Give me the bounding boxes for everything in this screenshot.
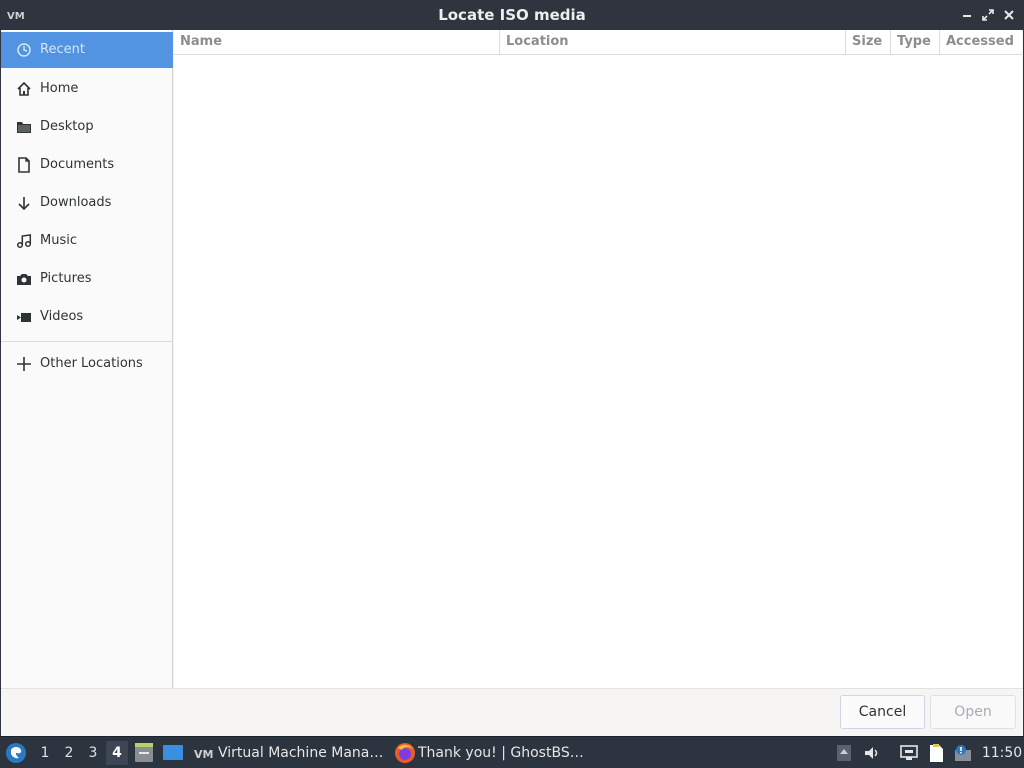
video-icon [17, 313, 31, 322]
task-virtual-machine-manager[interactable]: VM Virtual Machine Mana… [194, 739, 386, 767]
sidebar-item-music[interactable]: Music [1, 223, 173, 259]
plus-icon [17, 357, 31, 371]
sidebar-item-label: Other Locations [40, 356, 143, 371]
close-icon[interactable] [1001, 7, 1017, 23]
taskbar: 1 2 3 4 VM Virtual Machine Mana… Thank y… [0, 736, 1024, 768]
sidebar-item-label: Documents [40, 157, 115, 172]
file-list[interactable]: Name Location Size Type Accessed [174, 30, 1022, 688]
recent-clock-icon [17, 43, 31, 57]
firefox-icon [395, 743, 415, 763]
workspace-3[interactable]: 3 [82, 741, 104, 765]
document-icon [18, 157, 30, 173]
cancel-button[interactable]: Cancel [840, 695, 925, 729]
sidebar-item-label: Home [40, 81, 79, 96]
sidebar-item-downloads[interactable]: Downloads [1, 185, 173, 221]
sidebar-item-desktop[interactable]: Desktop [1, 109, 173, 145]
start-menu-icon[interactable] [5, 742, 27, 764]
column-type[interactable]: Type [891, 30, 940, 55]
sidebar-item-documents[interactable]: Documents [1, 147, 173, 183]
minimize-icon[interactable] [959, 7, 975, 23]
sidebar-item-recent[interactable]: Recent [1, 32, 173, 68]
folder-icon [17, 122, 31, 133]
column-header: Name Location Size Type Accessed [174, 30, 1022, 55]
workspace-2[interactable]: 2 [58, 741, 80, 765]
task-label: Thank you! | GhostBS… [418, 745, 584, 761]
download-arrow-icon [18, 197, 30, 211]
music-note-icon [16, 234, 32, 249]
workspace-4[interactable]: 4 [106, 741, 128, 765]
column-location[interactable]: Location [500, 30, 846, 55]
clock[interactable]: 11:50 [980, 737, 1024, 768]
column-size[interactable]: Size [846, 30, 891, 55]
sidebar-item-label: Music [40, 233, 77, 248]
home-icon [17, 81, 31, 96]
clipboard-icon[interactable] [926, 743, 946, 763]
file-manager-icon[interactable] [134, 742, 154, 764]
places-sidebar: Recent Home Desktop Documents Downloads [1, 30, 173, 688]
window-titlebar[interactable]: VM Locate ISO media [0, 0, 1024, 30]
sidebar-item-other-locations[interactable]: Other Locations [1, 346, 173, 382]
task-label: Virtual Machine Mana… [218, 745, 384, 761]
sidebar-item-pictures[interactable]: Pictures [1, 261, 173, 297]
dialog-action-bar: Cancel Open [1, 688, 1023, 736]
sidebar-item-label: Videos [40, 309, 84, 324]
maximize-icon[interactable] [980, 7, 996, 23]
sidebar-item-label: Desktop [40, 119, 94, 134]
sidebar-item-label: Downloads [40, 195, 112, 210]
open-button[interactable]: Open [930, 695, 1016, 729]
sidebar-item-label: Recent [40, 42, 85, 57]
volume-icon[interactable] [862, 743, 882, 763]
sidebar-item-videos[interactable]: Videos [1, 299, 173, 335]
svg-text:VM: VM [194, 748, 213, 759]
network-icon[interactable] [899, 743, 919, 763]
task-firefox[interactable]: Thank you! | GhostBS… [394, 739, 584, 767]
sidebar-item-label: Pictures [40, 271, 92, 286]
show-desktop-icon[interactable] [162, 743, 184, 763]
tray-expand-icon[interactable] [834, 743, 854, 763]
window-title: Locate ISO media [438, 6, 586, 24]
column-name[interactable]: Name [174, 30, 500, 55]
virt-manager-icon: VM [194, 748, 213, 759]
workspace-1[interactable]: 1 [34, 741, 56, 765]
column-accessed[interactable]: Accessed [940, 30, 1022, 55]
update-notifier-icon[interactable] [953, 743, 973, 763]
sidebar-item-home[interactable]: Home [1, 71, 173, 107]
sidebar-divider [1, 341, 173, 342]
camera-icon [17, 274, 31, 285]
